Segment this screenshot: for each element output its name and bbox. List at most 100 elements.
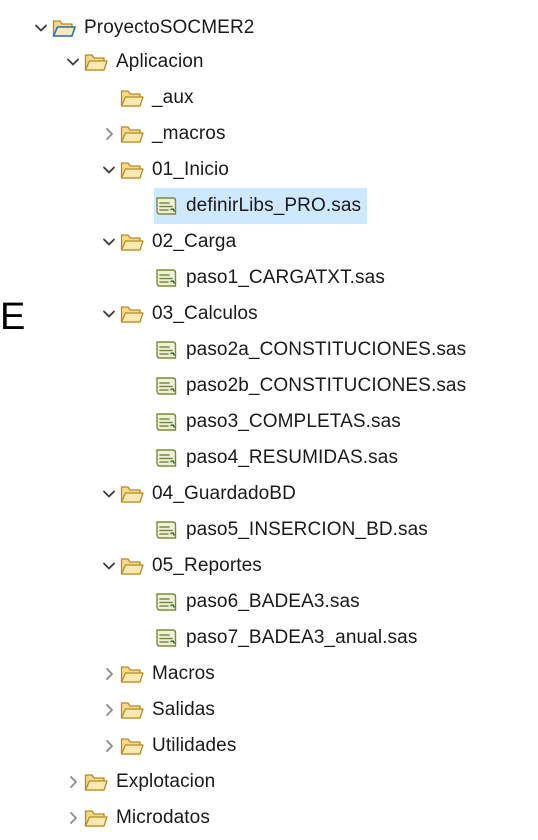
tree-folder-salidas[interactable]: Salidas xyxy=(98,692,221,728)
sas-file-icon xyxy=(154,374,178,398)
tree-file-paso2a-constituciones-sas[interactable]: paso2a_CONSTITUCIONES.sas xyxy=(132,332,472,368)
tree-folder-proyectosocmer2[interactable]: ProyectoSOCMER2 xyxy=(30,10,260,46)
tree-item-label: paso2a_CONSTITUCIONES.sas xyxy=(186,339,467,360)
tree-folder-microdatos[interactable]: Microdatos xyxy=(62,800,216,836)
tree-file-paso1-cargatxt-sas[interactable]: paso1_CARGATXT.sas xyxy=(132,260,391,296)
chevron-down-icon[interactable] xyxy=(98,152,120,188)
tree-file-paso4-resumidas-sas[interactable]: paso4_RESUMIDAS.sas xyxy=(132,440,404,476)
tree-item-label: paso4_RESUMIDAS.sas xyxy=(186,447,399,468)
chevron-right-icon[interactable] xyxy=(62,764,84,800)
sas-file-icon xyxy=(154,590,178,614)
tree-item-label: paso5_INSERCION_BD.sas xyxy=(186,519,428,540)
tree-folder-04-guardadobd[interactable]: 04_GuardadoBD xyxy=(98,476,302,512)
folder-icon xyxy=(84,50,108,74)
tree-file-definirlibs-pro-sas[interactable]: definirLibs_PRO.sas xyxy=(132,188,368,224)
chevron-right-icon[interactable] xyxy=(98,692,120,728)
tree-item-content[interactable]: Explotacion xyxy=(84,764,221,800)
tree-item-content[interactable]: 01_Inicio xyxy=(120,152,235,188)
tree-item-content[interactable]: paso4_RESUMIDAS.sas xyxy=(154,440,404,476)
chevron-right-icon[interactable] xyxy=(98,728,120,764)
tree-item-label: paso2b_CONSTITUCIONES.sas xyxy=(186,375,467,396)
folder-icon xyxy=(120,482,144,506)
tree-item-content[interactable]: Microdatos xyxy=(84,800,216,836)
stray-letter: E xyxy=(0,296,26,338)
tree-item-content[interactable]: 03_Calculos xyxy=(120,296,264,332)
sas-file-icon xyxy=(154,446,178,470)
tree-item-label: _aux xyxy=(152,87,194,108)
folder-icon xyxy=(120,158,144,182)
tree-file-paso3-completas-sas[interactable]: paso3_COMPLETAS.sas xyxy=(132,404,407,440)
tree-item-label: Utilidades xyxy=(152,735,237,756)
chevron-down-icon[interactable] xyxy=(30,10,52,46)
tree-item-content[interactable]: _aux xyxy=(120,80,200,116)
folder-icon xyxy=(120,734,144,758)
tree-item-content[interactable]: definirLibs_PRO.sas xyxy=(154,188,368,224)
tree-item-label: 05_Reportes xyxy=(152,555,262,576)
tree-folder-05-reportes[interactable]: 05_Reportes xyxy=(98,548,268,584)
tree-folder-explotacion[interactable]: Explotacion xyxy=(62,764,221,800)
tree-item-content[interactable]: paso5_INSERCION_BD.sas xyxy=(154,512,434,548)
folder-icon xyxy=(120,302,144,326)
tree-folder-utilidades[interactable]: Utilidades xyxy=(98,728,242,764)
chevron-down-icon[interactable] xyxy=(62,44,84,80)
tree-item-content[interactable]: paso2a_CONSTITUCIONES.sas xyxy=(154,332,472,368)
tree-file-paso6-badea3-sas[interactable]: paso6_BADEA3.sas xyxy=(132,584,366,620)
tree-item-content[interactable]: paso2b_CONSTITUCIONES.sas xyxy=(154,368,472,404)
tree-item-label: 02_Carga xyxy=(152,231,237,252)
tree-item-content[interactable]: _macros xyxy=(120,116,232,152)
tree-folder-03-calculos[interactable]: 03_Calculos xyxy=(98,296,264,332)
chevron-down-icon[interactable] xyxy=(98,548,120,584)
folder-icon xyxy=(120,122,144,146)
tree-file-paso7-badea3-anual-sas[interactable]: paso7_BADEA3_anual.sas xyxy=(132,620,423,656)
tree-folder-02-carga[interactable]: 02_Carga xyxy=(98,224,242,260)
tree-item-content[interactable]: paso7_BADEA3_anual.sas xyxy=(154,620,423,656)
tree-item-label: Microdatos xyxy=(116,807,210,828)
sas-file-icon xyxy=(154,626,178,650)
tree-item-content[interactable]: 04_GuardadoBD xyxy=(120,476,302,512)
project-folder-icon xyxy=(52,16,76,40)
chevron-down-icon[interactable] xyxy=(98,296,120,332)
tree-folder-01-inicio[interactable]: 01_Inicio xyxy=(98,152,235,188)
tree-item-content[interactable]: Macros xyxy=(120,656,221,692)
sas-file-icon xyxy=(154,338,178,362)
tree-item-label: _macros xyxy=(152,123,226,144)
tree-item-content[interactable]: Aplicacion xyxy=(84,44,210,80)
tree-file-paso2b-constituciones-sas[interactable]: paso2b_CONSTITUCIONES.sas xyxy=(132,368,472,404)
chevron-right-icon[interactable] xyxy=(98,116,120,152)
tree-file-paso5-insercion-bd-sas[interactable]: paso5_INSERCION_BD.sas xyxy=(132,512,434,548)
chevron-down-icon[interactable] xyxy=(98,224,120,260)
tree-item-content[interactable]: Utilidades xyxy=(120,728,242,764)
chevron-right-icon[interactable] xyxy=(98,656,120,692)
tree-folder-macros[interactable]: Macros xyxy=(98,656,221,692)
tree-folder-macros[interactable]: _macros xyxy=(98,116,232,152)
folder-icon xyxy=(120,554,144,578)
tree-item-label: Macros xyxy=(152,663,215,684)
tree-item-content[interactable]: Salidas xyxy=(120,692,221,728)
chevron-right-icon[interactable] xyxy=(62,800,84,836)
chevron-down-icon[interactable] xyxy=(98,476,120,512)
folder-icon xyxy=(84,806,108,830)
tree-item-content[interactable]: 02_Carga xyxy=(120,224,242,260)
tree-item-content[interactable]: paso1_CARGATXT.sas xyxy=(154,260,391,296)
sas-file-icon xyxy=(154,194,178,218)
tree-folder-aux[interactable]: _aux xyxy=(98,80,200,116)
folder-icon xyxy=(120,698,144,722)
sas-file-icon xyxy=(154,410,178,434)
tree-item-label: paso6_BADEA3.sas xyxy=(186,591,360,612)
tree-item-label: paso1_CARGATXT.sas xyxy=(186,267,385,288)
tree-folder-aplicacion[interactable]: Aplicacion xyxy=(62,44,210,80)
tree-item-content[interactable]: ProyectoSOCMER2 xyxy=(52,10,260,46)
tree-item-content[interactable]: paso3_COMPLETAS.sas xyxy=(154,404,407,440)
folder-icon xyxy=(84,770,108,794)
tree-item-label: ProyectoSOCMER2 xyxy=(84,17,255,38)
tree-item-content[interactable]: paso6_BADEA3.sas xyxy=(154,584,366,620)
tree-item-content[interactable]: 05_Reportes xyxy=(120,548,268,584)
